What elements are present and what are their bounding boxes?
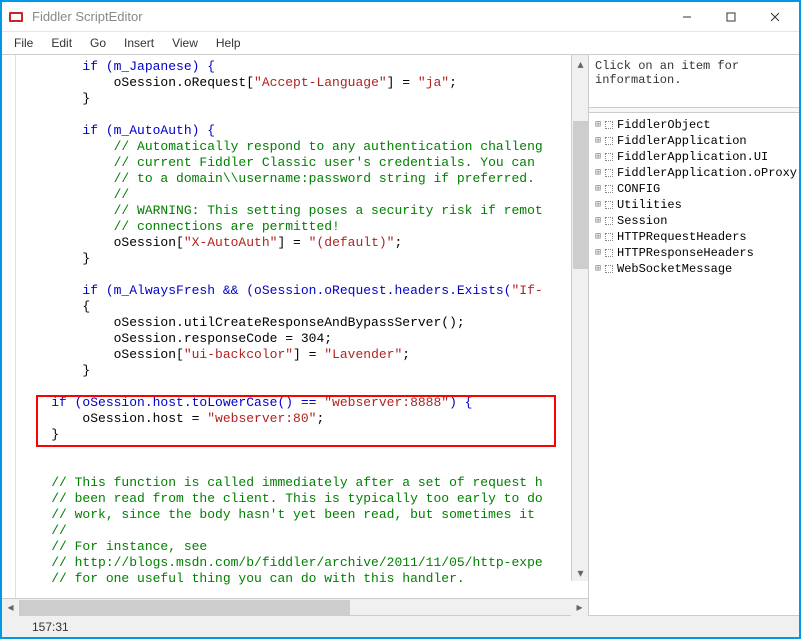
tree-item-label: FiddlerApplication.oProxy (617, 166, 797, 180)
expand-icon[interactable]: ⊞ (591, 215, 605, 227)
tree-item[interactable]: ⊞ HTTPResponseHeaders (591, 245, 797, 261)
tree-item[interactable]: ⊞ Utilities (591, 197, 797, 213)
scroll-up-icon[interactable]: ▴ (572, 55, 588, 72)
tree-item-label: FiddlerApplication (617, 134, 747, 148)
tree-item[interactable]: ⊞ WebSocketMessage (591, 261, 797, 277)
tree-node-icon (605, 217, 613, 225)
tree-node-icon (605, 185, 613, 193)
app-icon (4, 9, 28, 25)
expand-icon[interactable]: ⊞ (591, 167, 605, 179)
tree-node-icon (605, 265, 613, 273)
minimize-button[interactable] (665, 3, 709, 31)
menu-view[interactable]: View (164, 34, 206, 52)
hscroll-track[interactable] (19, 599, 571, 616)
expand-icon[interactable]: ⊞ (591, 151, 605, 163)
code-editor[interactable]: if (m_Japanese) { oSession.oRequest["Acc… (2, 55, 588, 598)
vscroll-thumb[interactable] (573, 121, 588, 269)
info-text: Click on an item for information. (595, 59, 739, 87)
tree-item[interactable]: ⊞ FiddlerObject (591, 117, 797, 133)
statusbar: 157:31 (2, 615, 799, 637)
editor-pane: if (m_Japanese) { oSession.oRequest["Acc… (2, 55, 589, 615)
expand-icon[interactable]: ⊞ (591, 119, 605, 131)
info-box: Click on an item for information. (589, 55, 799, 107)
expand-icon[interactable]: ⊞ (591, 263, 605, 275)
tree-item-label: FiddlerObject (617, 118, 711, 132)
tree-item-label: HTTPResponseHeaders (617, 246, 754, 260)
tree-node-icon (605, 121, 613, 129)
tree-item-label: HTTPRequestHeaders (617, 230, 747, 244)
cursor-position: 157:31 (32, 620, 69, 634)
expand-icon[interactable]: ⊞ (591, 183, 605, 195)
tree-item-label: FiddlerApplication.UI (617, 150, 768, 164)
menu-file[interactable]: File (6, 34, 41, 52)
menu-go[interactable]: Go (82, 34, 114, 52)
class-tree[interactable]: ⊞ FiddlerObject ⊞ FiddlerApplication ⊞ Fiddle… (589, 113, 799, 281)
vscroll-track[interactable] (572, 72, 588, 564)
expand-icon[interactable]: ⊞ (591, 199, 605, 211)
expand-icon[interactable]: ⊞ (591, 231, 605, 243)
code-text[interactable]: if (m_Japanese) { oSession.oRequest["Acc… (2, 55, 588, 591)
menubar: File Edit Go Insert View Help (2, 32, 799, 54)
tree-item[interactable]: ⊞ CONFIG (591, 181, 797, 197)
horizontal-scrollbar[interactable]: ◂ ▸ (2, 598, 588, 615)
menu-edit[interactable]: Edit (43, 34, 80, 52)
menu-help[interactable]: Help (208, 34, 249, 52)
tree-item[interactable]: ⊞ FiddlerApplication (591, 133, 797, 149)
tree-node-icon (605, 249, 613, 257)
scroll-right-icon[interactable]: ▸ (571, 599, 588, 616)
tree-item-label: Utilities (617, 198, 682, 212)
hscroll-thumb[interactable] (19, 600, 350, 615)
vertical-scrollbar[interactable]: ▴ ▾ (571, 55, 588, 581)
tree-node-icon (605, 153, 613, 161)
tree-item-label: CONFIG (617, 182, 660, 196)
expand-icon[interactable]: ⊞ (591, 247, 605, 259)
tree-item-label: Session (617, 214, 667, 228)
side-panel: Click on an item for information. ⊞ Fiddl… (589, 55, 799, 615)
menu-insert[interactable]: Insert (116, 34, 162, 52)
content-area: if (m_Japanese) { oSession.oRequest["Acc… (2, 54, 799, 615)
tree-node-icon (605, 201, 613, 209)
titlebar: Fiddler ScriptEditor (2, 2, 799, 32)
tree-item[interactable]: ⊞ FiddlerApplication.UI (591, 149, 797, 165)
tree-item[interactable]: ⊞ FiddlerApplication.oProxy (591, 165, 797, 181)
window-title: Fiddler ScriptEditor (28, 9, 665, 24)
scroll-left-icon[interactable]: ◂ (2, 599, 19, 616)
maximize-button[interactable] (709, 3, 753, 31)
tree-item-label: WebSocketMessage (617, 262, 732, 276)
scroll-down-icon[interactable]: ▾ (572, 564, 588, 581)
tree-node-icon (605, 169, 613, 177)
tree-node-icon (605, 137, 613, 145)
tree-item[interactable]: ⊞ HTTPRequestHeaders (591, 229, 797, 245)
tree-item[interactable]: ⊞ Session (591, 213, 797, 229)
fold-gutter[interactable] (2, 55, 16, 598)
tree-node-icon (605, 233, 613, 241)
close-button[interactable] (753, 3, 797, 31)
expand-icon[interactable]: ⊞ (591, 135, 605, 147)
